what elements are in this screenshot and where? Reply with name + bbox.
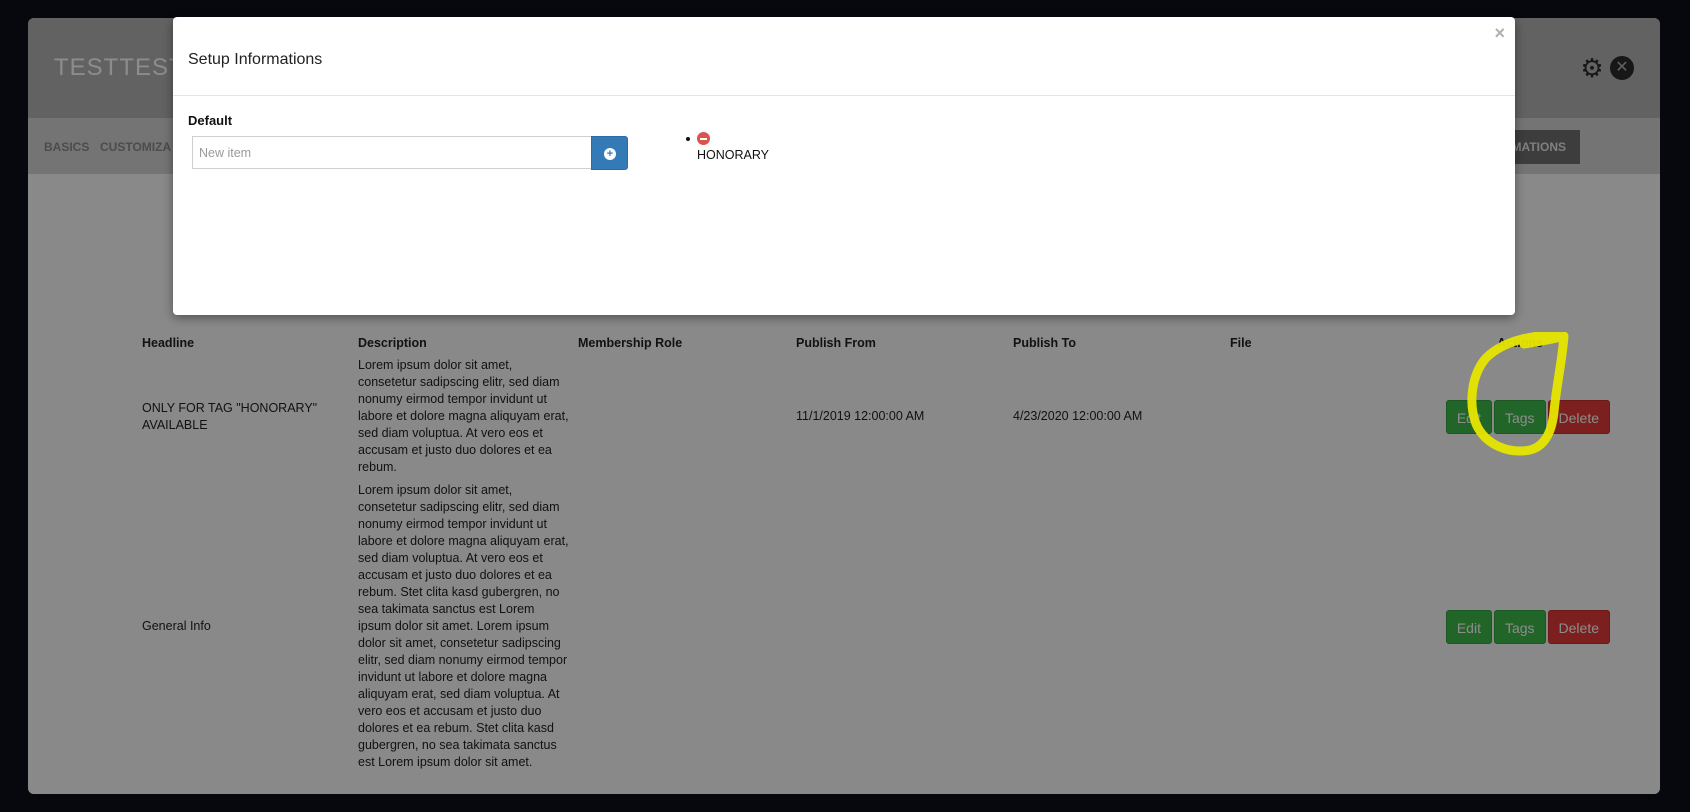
new-item-input[interactable] — [192, 136, 591, 169]
modal-title: Setup Informations — [188, 51, 323, 68]
remove-circle-icon[interactable] — [697, 132, 710, 145]
highlight-annotation — [1467, 332, 1569, 456]
add-item-button[interactable]: + — [591, 136, 628, 170]
modal-body: Default + HONORARY — [173, 96, 1515, 314]
setup-informations-modal: Setup Informations × Default + HONORARY — [173, 17, 1515, 315]
modal-header: Setup Informations × — [173, 17, 1515, 96]
plus-circle-icon: + — [604, 148, 616, 160]
default-label: Default — [188, 113, 233, 128]
list-item: HONORARY — [686, 132, 769, 162]
new-item-input-group: + — [192, 136, 628, 170]
bullet-icon — [686, 137, 690, 141]
tag-list: HONORARY — [686, 132, 769, 162]
close-icon[interactable]: × — [1494, 23, 1505, 44]
tag-label: HONORARY — [697, 148, 770, 162]
